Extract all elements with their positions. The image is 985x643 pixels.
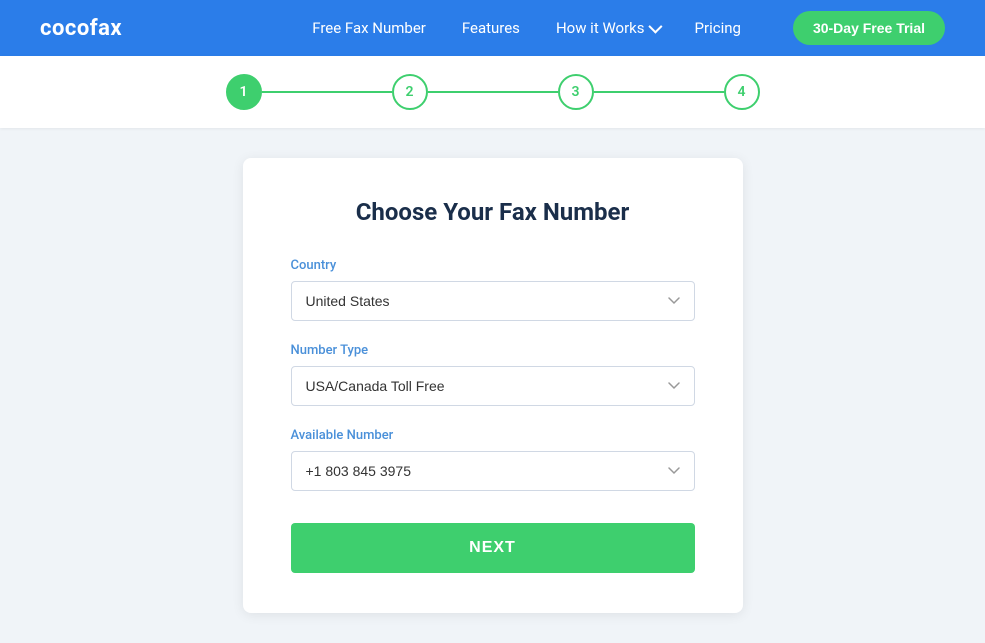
chevron-down-icon [648, 20, 662, 34]
step-line-3 [594, 91, 724, 93]
stepper-bar: 1 2 3 4 [0, 56, 985, 128]
nav-how-it-works-label: How it Works [556, 19, 645, 37]
step-3[interactable]: 3 [558, 74, 594, 110]
trial-button[interactable]: 30-Day Free Trial [793, 11, 945, 45]
number-type-select[interactable]: USA/Canada Toll Free Local Number [291, 366, 695, 406]
available-number-select[interactable]: +1 803 845 3975 +1 803 845 3976 [291, 451, 695, 491]
form-card: Choose Your Fax Number Country United St… [243, 158, 743, 613]
stepper: 1 2 3 4 [226, 74, 760, 110]
step-1[interactable]: 1 [226, 74, 262, 110]
available-number-label: Available Number [291, 428, 695, 443]
step-2[interactable]: 2 [392, 74, 428, 110]
step-4[interactable]: 4 [724, 74, 760, 110]
nav-free-fax[interactable]: Free Fax Number [312, 19, 426, 37]
nav-pricing[interactable]: Pricing [695, 19, 741, 37]
available-number-group: Available Number +1 803 845 3975 +1 803 … [291, 428, 695, 491]
step-line-2 [428, 91, 558, 93]
country-group: Country United States Canada United King… [291, 258, 695, 321]
number-type-group: Number Type USA/Canada Toll Free Local N… [291, 343, 695, 406]
form-title: Choose Your Fax Number [291, 198, 695, 226]
step-line-1 [262, 91, 392, 93]
country-select[interactable]: United States Canada United Kingdom Aust… [291, 281, 695, 321]
number-type-label: Number Type [291, 343, 695, 358]
nav: Free Fax Number Features How it Works Pr… [312, 11, 945, 45]
nav-how-it-works[interactable]: How it Works [556, 19, 659, 37]
next-button[interactable]: NEXT [291, 523, 695, 573]
country-label: Country [291, 258, 695, 273]
main-content: Choose Your Fax Number Country United St… [0, 128, 985, 643]
nav-features[interactable]: Features [462, 19, 520, 37]
header: cocofax Free Fax Number Features How it … [0, 0, 985, 56]
logo: cocofax [40, 16, 122, 41]
